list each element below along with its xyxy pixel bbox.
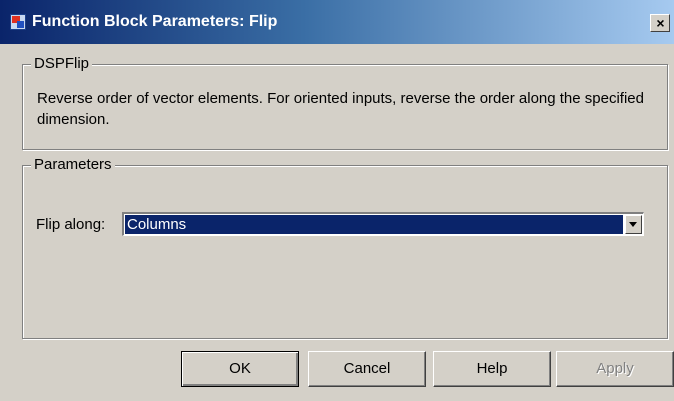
flip-along-label: Flip along: (36, 216, 106, 233)
block-description-text: Reverse order of vector elements. For or… (37, 90, 644, 128)
parameters-group: Parameters Flip along: Columns (22, 156, 668, 339)
close-icon[interactable]: × (650, 14, 670, 32)
chevron-down-icon[interactable] (625, 215, 642, 234)
block-description-group: DSPFlip Reverse order of vector elements… (22, 55, 668, 150)
title-bar[interactable]: Function Block Parameters: Flip × (0, 0, 674, 44)
help-button[interactable]: Help (433, 351, 551, 387)
simulink-block-icon[interactable] (10, 14, 26, 30)
dialog-window: Function Block Parameters: Flip × DSPFli… (0, 0, 674, 401)
apply-button[interactable]: Apply (556, 351, 674, 387)
flip-along-value[interactable]: Columns (125, 215, 623, 234)
cancel-button[interactable]: Cancel (308, 351, 426, 387)
block-description-group-label: DSPFlip (31, 55, 93, 73)
parameters-group-label: Parameters (31, 156, 115, 174)
flip-along-select[interactable]: Columns (122, 212, 644, 236)
ok-button[interactable]: OK (181, 351, 299, 387)
window-title: Function Block Parameters: Flip (32, 13, 278, 30)
